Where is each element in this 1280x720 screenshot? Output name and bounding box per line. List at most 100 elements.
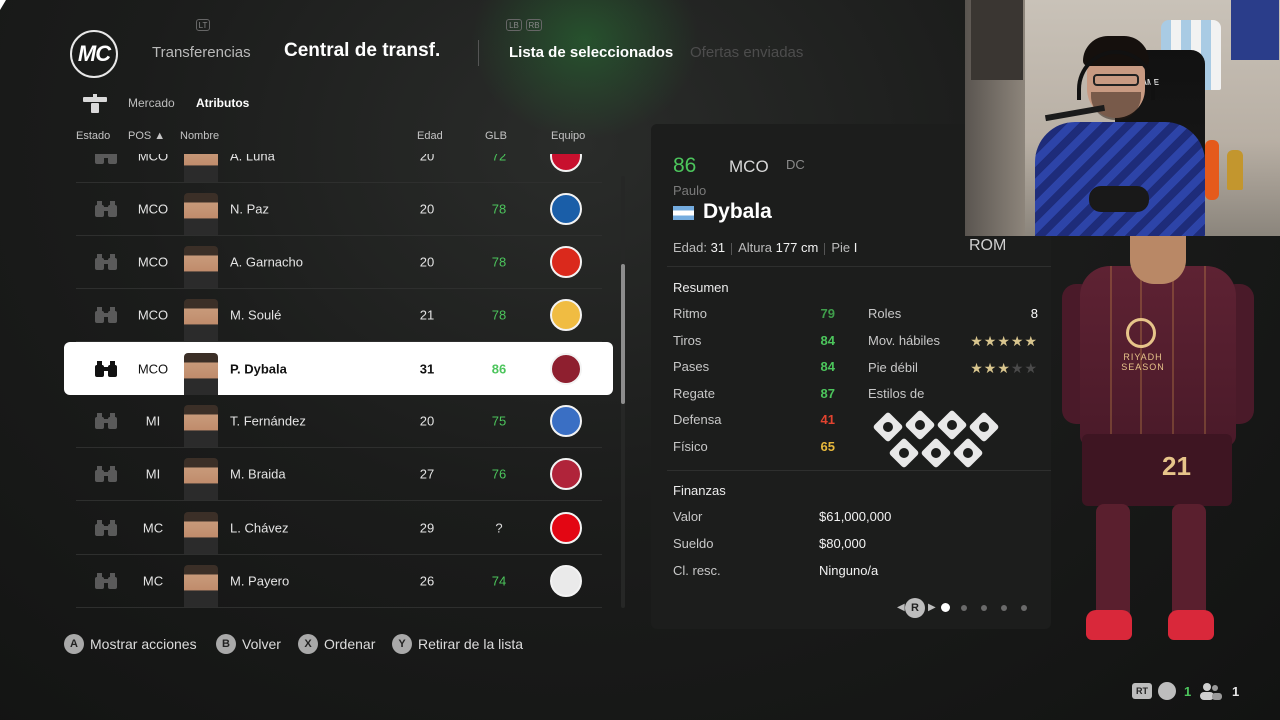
player-last-name: Dybala [703,200,772,223]
player-face-image [184,193,218,235]
finance-row: Sueldo $80,000 [673,536,973,556]
hint-label: Volver [242,636,281,652]
player-name: L. Chávez [230,520,289,536]
table-row[interactable]: MCO A. Garnacho 20 78 [76,236,602,289]
col-estado[interactable]: Estado [76,130,110,142]
player-name: P. Dybala [230,361,287,376]
header-glow [470,0,700,140]
button-hints: A Mostrar acciones B Volver X Ordenar Y Retirar… [64,633,584,657]
roles-stat: Roles 8 [868,306,1038,321]
star-icon: ★ [983,360,998,376]
playstyle-icon [936,409,968,441]
scrollbar-thumb[interactable] [621,264,625,404]
table-row[interactable]: MI T. Fernández 20 75 [76,395,602,448]
webcam-overlay: GAME [965,0,1280,236]
col-glb[interactable]: GLB [485,130,507,142]
player-age: 27 [419,466,435,482]
binoculars-icon [95,154,117,164]
player-name: A. Luna [230,154,275,164]
r-stick-button[interactable]: R [905,598,925,618]
player-name: T. Fernández [230,413,306,429]
star-icon: ★ [997,333,1011,349]
star-icon: ★ [997,360,1011,376]
table-header: Estado POS ▲ Nombre Edad GLB Equipo [64,130,630,148]
controller-icon [1089,186,1149,212]
status-indicators: RT 1 1 [1132,682,1242,702]
finance-row: Cl. resc. Ninguno/a [673,563,973,583]
player-overall: 75 [491,413,507,429]
subtab-atributos[interactable]: Atributos [196,96,249,110]
club-badge-icon [550,246,582,278]
table-row[interactable]: MC L. Chávez 29? [76,502,602,555]
subtab-mercado[interactable]: Mercado [128,96,175,110]
pager-dot[interactable] [941,603,950,612]
trophy-icon [1227,150,1243,190]
player-bio-line: Edad: 31 Altura 177 cm Pie I [673,240,857,255]
finance-row: Valor $61,000,000 [673,509,973,529]
mouse-cursor [0,0,6,10]
tab-central-transferencias[interactable]: Central de transf. [284,40,440,62]
tab-ofertas-enviadas[interactable]: Ofertas enviadas [690,44,803,61]
table-row[interactable]: MCO P. Dybala 31 86 [64,342,613,395]
finance-value: $61,000,000 [819,509,892,524]
height-label: Altura [738,240,773,255]
binoculars-icon [95,573,117,589]
star-icon: ★ [970,333,984,349]
finance-value: Ninguno/a [819,563,879,578]
attribute-label: Físico [673,439,708,454]
table-row[interactable]: MCO A. Luna 20 72 [76,154,602,183]
col-equipo[interactable]: Equipo [551,130,585,142]
detail-pager[interactable]: ◀ R ▶ [897,598,1037,618]
player-face-image [184,565,218,607]
divider [667,266,1051,267]
playstyle-icon [920,437,952,469]
table-row[interactable]: MCO M. Soulé 21 78 [76,289,602,342]
player-age: 20 [419,201,435,217]
age-value: 31 [710,240,726,255]
table-row[interactable]: MCO N. Paz 20 78 [76,183,602,236]
col-edad[interactable]: Edad [417,130,443,142]
playstyle-icon [888,437,920,469]
binoculars-icon [95,413,117,429]
star-icon: ★ [970,360,984,376]
attribute-label: Defensa [673,412,722,428]
finance-label: Cl. resc. [673,563,721,578]
attribute-label: Pases [673,359,710,375]
hint-b-button[interactable]: B Volver [216,633,281,655]
hint-label: Ordenar [324,636,376,652]
player-face-image [184,154,218,182]
pager-dot[interactable] [1021,605,1027,611]
col-pos[interactable]: POS ▲ [128,130,165,142]
pager-dot[interactable] [981,605,987,611]
divider [667,470,1051,471]
tab-transferencias[interactable]: Transferencias [152,44,251,61]
player-age: 20 [419,254,435,270]
col-nombre[interactable]: Nombre [180,130,219,142]
star-icon: ★ [1010,360,1025,376]
playstyle-icon [872,411,904,443]
player-position: MCO [137,201,169,217]
playstyles-label: Estilos de [868,386,925,401]
club-badge-icon [550,154,582,172]
pager-left-icon[interactable]: ◀ [897,602,905,613]
pager-right-icon[interactable]: ▶ [928,602,936,613]
pager-dot[interactable] [1001,605,1007,611]
hint-x-button[interactable]: X Ordenar [298,633,375,655]
tab-lista-seleccionados[interactable]: Lista de seleccionados [509,44,673,61]
shortlist-table: Estado POS ▲ Nombre Edad GLB Equipo MCO A… [64,122,630,626]
attribute-value: 41 [820,412,835,428]
hint-y-button[interactable]: Y Retirar de la lista [392,633,523,655]
filter-icon[interactable] [82,94,108,114]
table-row[interactable]: MI M. Braida 27 76 [76,448,602,501]
table-row[interactable]: MC M. Payero 26 74 [76,555,602,608]
career-mode-logo: MC [70,30,118,78]
rb-button-hint: RB [526,19,542,31]
player-overall: 74 [491,573,507,589]
y-button-icon: Y [392,634,412,654]
attribute-row: Defensa 41 [673,412,835,432]
weak-foot-stars: ★★★★★ [970,360,1038,377]
player-name: M. Payero [230,573,290,589]
header-divider [478,40,479,66]
hint-a-button[interactable]: A Mostrar acciones [64,633,197,655]
pager-dot[interactable] [961,605,967,611]
